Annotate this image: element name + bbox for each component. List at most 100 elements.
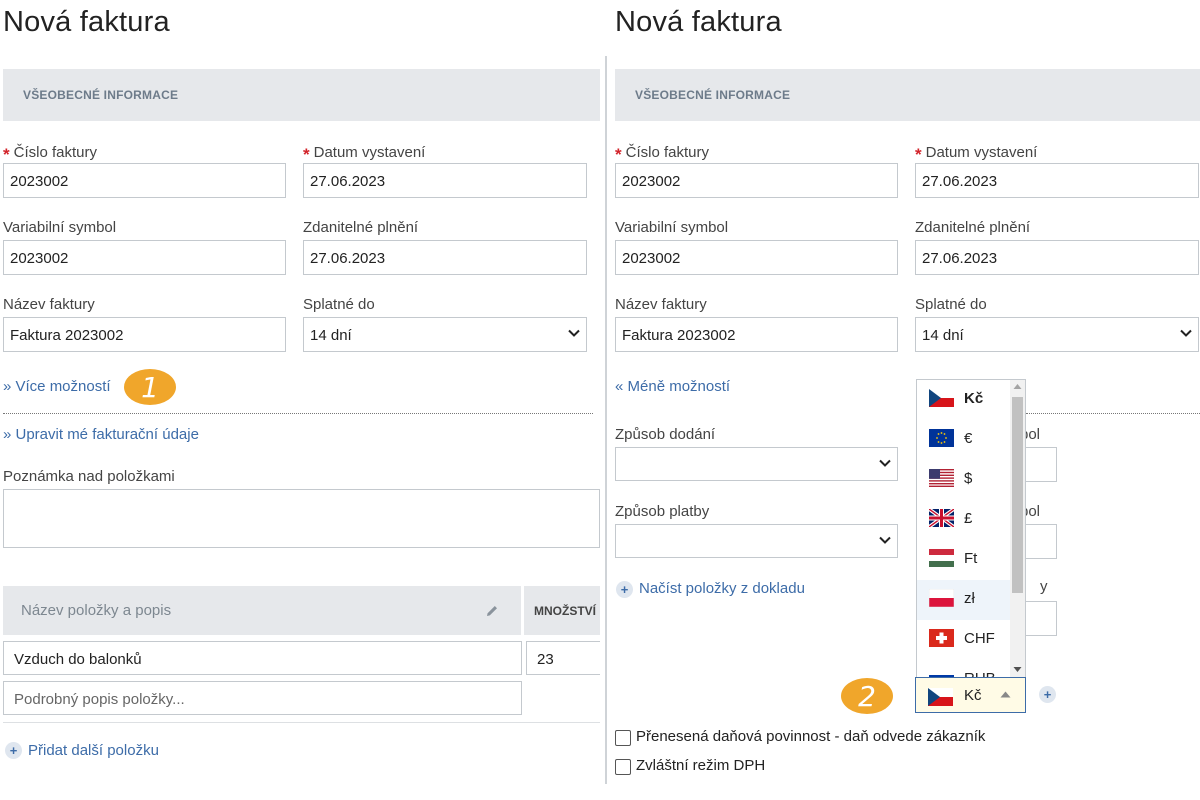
payment-method-label: Způsob platby <box>615 503 710 520</box>
dropdown-scrollbar[interactable] <box>1010 380 1025 677</box>
table-header-name: Název položky a popis <box>3 586 521 635</box>
section-header: VŠEOBECNÉ INFORMACE <box>3 69 600 121</box>
variable-symbol-field[interactable]: 2023002 <box>3 240 286 275</box>
add-item-link[interactable]: Přidat další položku <box>28 742 159 759</box>
currency-option-czk[interactable]: Kč <box>917 380 1009 420</box>
note-textarea[interactable] <box>3 489 600 548</box>
special-vat-checkbox[interactable] <box>615 759 631 775</box>
issue-date-field[interactable]: 27.06.2023 <box>303 163 587 198</box>
less-options-link[interactable]: « Méně možností <box>615 378 730 395</box>
currency-code: zł <box>964 590 975 607</box>
delivery-method-select[interactable] <box>615 447 898 481</box>
switzerland-flag-icon <box>929 629 954 647</box>
section-title: VŠEOBECNÉ INFORMACE <box>23 88 179 102</box>
page-title: Nová faktura <box>3 6 170 38</box>
eu-flag-icon <box>929 429 954 447</box>
reverse-charge-checkbox[interactable] <box>615 730 631 746</box>
chevron-down-icon <box>879 459 891 467</box>
invoice-name-field[interactable]: Faktura 2023002 <box>615 317 898 352</box>
load-items-link[interactable]: Načíst položky z dokladu <box>639 580 805 597</box>
table-header-qty: MNOŽSTVÍ <box>524 586 600 635</box>
reverse-charge-label: Přenesená daňová povinnost - daň odvede … <box>636 728 986 745</box>
currency-select[interactable]: Kč <box>915 677 1026 713</box>
taxable-date-label: Zdanitelné plnění <box>303 219 419 236</box>
issue-date-label: * Datum vystavení <box>915 144 1038 164</box>
invoice-number-label: * Číslo faktury <box>3 144 97 164</box>
invoice-name-label: Název faktury <box>615 296 707 313</box>
section-title: VŠEOBECNÉ INFORMACE <box>635 88 791 102</box>
currency-option-rub[interactable]: RUB <box>917 660 1009 677</box>
variable-symbol-label: Variabilní symbol <box>615 219 729 236</box>
section-header: VŠEOBECNÉ INFORMACE <box>615 69 1200 121</box>
due-select[interactable]: 14 dní <box>303 317 587 352</box>
page-title: Nová faktura <box>615 6 782 38</box>
issue-date-field[interactable]: 27.06.2023 <box>915 163 1199 198</box>
invoice-number-field[interactable]: 2023002 <box>615 163 898 198</box>
variable-symbol-label: Variabilní symbol <box>3 219 117 236</box>
invoice-number-label: * Číslo faktury <box>615 144 709 164</box>
step-badge-1: 1 <box>124 369 176 405</box>
column-name-label: Název položky a popis <box>21 602 172 619</box>
add-icon[interactable]: + <box>616 581 633 598</box>
issue-date-label: * Datum vystavení <box>303 144 426 164</box>
separator <box>1026 413 1200 414</box>
chevron-down-icon <box>879 536 891 544</box>
currency-select-value: Kč <box>964 687 982 704</box>
invoice-name-label: Název faktury <box>3 296 95 313</box>
table-divider <box>3 722 600 723</box>
pencil-icon[interactable] <box>485 604 499 618</box>
currency-option-pln[interactable]: zł <box>917 580 1009 620</box>
currency-option-huf[interactable]: Ft <box>917 540 1009 580</box>
currency-code: £ <box>964 510 973 527</box>
currency-option-usd[interactable]: $ <box>917 460 1009 500</box>
variable-symbol-field[interactable]: 2023002 <box>615 240 898 275</box>
due-select[interactable]: 14 dní <box>915 317 1199 352</box>
scrollbar-thumb[interactable] <box>1012 397 1023 593</box>
add-icon[interactable]: + <box>5 742 22 759</box>
chevron-down-icon <box>1180 329 1192 337</box>
taxable-date-field[interactable]: 27.06.2023 <box>303 240 587 275</box>
required-marker: * <box>303 145 310 164</box>
partial-label: y <box>1040 578 1048 595</box>
due-label: Splatné do <box>303 296 375 313</box>
column-qty-label: MNOŽSTVÍ <box>534 604 596 618</box>
item-description-field[interactable]: Podrobný popis položky... <box>3 681 522 715</box>
payment-method-select[interactable] <box>615 524 898 558</box>
currency-option-gbp[interactable]: £ <box>917 500 1009 540</box>
scroll-up-arrow-icon[interactable] <box>1013 383 1022 390</box>
edit-billing-link[interactable]: » Upravit mé fakturační údaje <box>3 426 199 443</box>
scroll-down-arrow-icon[interactable] <box>1013 666 1022 673</box>
hungary-flag-icon <box>929 549 954 567</box>
caret-up-icon <box>1000 691 1011 698</box>
currency-code: € <box>964 430 973 447</box>
currency-option-chf[interactable]: CHF <box>917 620 1009 660</box>
required-marker: * <box>3 145 10 164</box>
invoice-number-field[interactable]: 2023002 <box>3 163 286 198</box>
poland-flag-icon <box>929 589 954 607</box>
taxable-date-field[interactable]: 27.06.2023 <box>915 240 1199 275</box>
more-options-link[interactable]: » Více možností <box>3 378 111 395</box>
item-name-field[interactable]: Vzduch do balonků <box>3 641 522 675</box>
uk-flag-icon <box>929 509 954 527</box>
item-qty-field[interactable]: 23 <box>526 641 600 675</box>
step-badge-2: 2 <box>841 678 893 714</box>
due-select-value: 14 dní <box>310 327 352 344</box>
due-select-value: 14 dní <box>922 327 964 344</box>
add-icon[interactable]: + <box>1039 686 1056 703</box>
panel-divider <box>605 56 607 784</box>
currency-code: Kč <box>964 390 984 407</box>
invoice-name-field[interactable]: Faktura 2023002 <box>3 317 286 352</box>
currency-option-eur[interactable]: € <box>917 420 1009 460</box>
chevron-down-icon <box>568 329 580 337</box>
required-marker: * <box>915 145 922 164</box>
currency-code: $ <box>964 470 973 487</box>
czech-flag-icon <box>929 389 954 407</box>
special-vat-label: Zvláštní režim DPH <box>636 757 766 774</box>
us-flag-icon <box>929 469 954 487</box>
note-label: Poznámka nad položkami <box>3 468 175 485</box>
separator <box>3 413 593 414</box>
due-label: Splatné do <box>915 296 987 313</box>
delivery-method-label: Způsob dodání <box>615 426 716 443</box>
czech-flag-icon <box>928 688 953 706</box>
required-marker: * <box>615 145 622 164</box>
